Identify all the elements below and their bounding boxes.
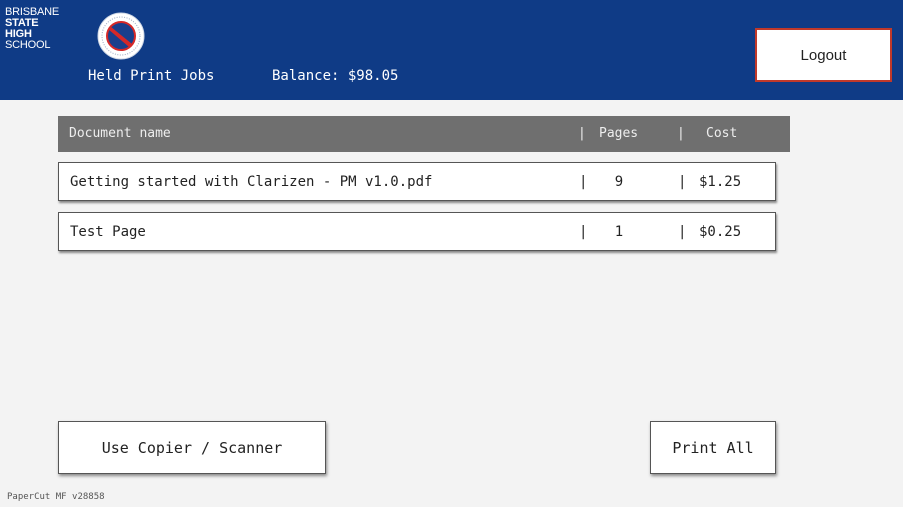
print-job-row[interactable]: Getting started with Clarizen - PM v1.0.… [58,162,776,201]
logout-button[interactable]: Logout [755,28,892,82]
column-separator: | [678,174,687,190]
job-cost: $0.25 [699,224,742,240]
column-separator: | [579,174,588,190]
job-cost: $1.25 [699,174,742,190]
use-copier-scanner-button[interactable]: Use Copier / Scanner [58,421,326,474]
header-bar: BRISBANE STATE HIGH SCHOOL Held Print Jo… [0,0,903,100]
job-document-name: Test Page [70,224,146,240]
jobs-table-header: Document name | Pages | Cost [58,116,790,152]
school-logo-text: BRISBANE STATE HIGH SCHOOL [5,7,59,51]
column-separator: | [678,224,687,240]
column-separator: | [579,224,588,240]
column-header-document-name: Document name [69,126,171,141]
job-document-name: Getting started with Clarizen - PM v1.0.… [70,174,433,190]
column-header-cost: Cost [706,126,738,141]
school-crest-icon [97,12,145,60]
print-all-button[interactable]: Print All [650,421,776,474]
column-header-pages: Pages [599,126,639,141]
column-separator: | [578,126,586,141]
print-job-row[interactable]: Test Page | 1 | $0.25 [58,212,776,251]
job-pages: 1 [614,224,624,240]
balance-display: Balance: $98.05 [272,68,399,84]
job-pages: 9 [614,174,624,190]
page-title: Held Print Jobs [88,68,215,84]
version-label: PaperCut MF v28858 [7,492,105,502]
logo-line: SCHOOL [5,39,51,51]
column-separator: | [677,126,685,141]
